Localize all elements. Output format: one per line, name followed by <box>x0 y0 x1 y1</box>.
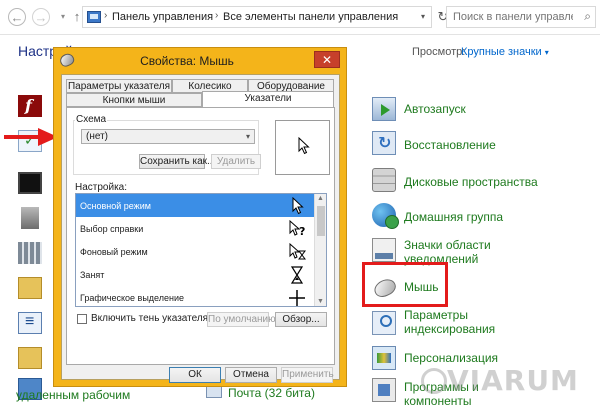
address-bar: ← → ▾ ↑ › Панель управления › Все элемен… <box>0 0 600 35</box>
ok-button[interactable]: ОК <box>169 367 221 383</box>
mouse-highlight-box <box>362 262 448 307</box>
dialog-title: Свойства: Мышь <box>140 54 234 68</box>
settings-label: Настройка: <box>75 182 128 193</box>
chevron-down-icon: ▾ <box>60 12 65 21</box>
list-item[interactable]: Занят <box>76 263 314 286</box>
breadcrumb-separator: › <box>215 10 219 21</box>
forward-arrow-icon: → <box>34 10 48 25</box>
scheme-select[interactable]: (нет) ▾ <box>81 129 255 144</box>
task-list-icon[interactable] <box>18 312 42 334</box>
pointers-tab-panel: Схема (нет) ▾ Сохранить как... Удалить Н… <box>66 107 335 365</box>
list-item[interactable]: Фоновый режим <box>76 240 314 263</box>
homegroup-icon <box>372 203 399 229</box>
tab-buttons[interactable]: Кнопки мыши <box>66 93 202 107</box>
breadcrumb-control-panel[interactable]: Панель управления <box>112 11 213 23</box>
cp-item-label[interactable]: Домашняя группа <box>404 210 503 224</box>
breadcrumb-all-items[interactable]: Все элементы панели управления <box>223 11 398 23</box>
view-label: Просмотр: <box>412 46 466 58</box>
dialog-body: Параметры указателя Колесико Оборудовани… <box>61 74 340 383</box>
cp-item-label[interactable]: Персонализация <box>404 351 498 365</box>
chevron-down-icon: ▾ <box>245 132 250 141</box>
cursor-list[interactable]: Основной режим Выбор справки ? Фоновый р… <box>75 193 327 307</box>
control-panel-icon <box>87 11 101 23</box>
cp-item-label[interactable]: Дисковые пространства <box>404 175 538 189</box>
programs-icon <box>372 378 396 402</box>
breadcrumb-separator: › <box>104 10 108 21</box>
arrow-cursor-icon <box>298 137 310 155</box>
cp-item-label[interactable]: Восстановление <box>404 138 496 152</box>
cursor-list-scrollbar[interactable]: ▲ ▼ <box>314 194 326 306</box>
personalization-icon <box>372 346 396 370</box>
pointer-shadow-label[interactable]: Включить тень указателя <box>91 313 208 324</box>
back-arrow-icon: ← <box>10 10 24 25</box>
autorun-icon <box>372 97 396 121</box>
flash-player-icon[interactable] <box>18 95 42 117</box>
chevron-down-icon: ▾ <box>544 48 549 57</box>
search-box[interactable]: ⌕ <box>446 6 596 28</box>
cursor-preview <box>275 120 330 175</box>
scheme-label: Схема <box>75 114 108 125</box>
tab-pointers[interactable]: Указатели <box>202 91 334 108</box>
scroll-up-icon[interactable]: ▲ <box>317 195 324 202</box>
cursor-name: Графическое выделение <box>80 293 185 303</box>
cursor-name: Основной режим <box>80 201 151 211</box>
mouse-properties-dialog: Свойства: Мышь ✕ Параметры указателя Кол… <box>53 47 347 387</box>
cancel-button[interactable]: Отмена <box>225 367 277 383</box>
close-button[interactable]: ✕ <box>314 51 340 68</box>
crosshair-icon <box>289 290 305 306</box>
close-icon: ✕ <box>321 53 333 67</box>
forward-button[interactable]: → <box>32 8 50 26</box>
list-item[interactable]: Основной режим <box>76 194 314 217</box>
hourglass-icon <box>290 266 304 284</box>
cursor-name: Занят <box>80 270 105 280</box>
search-icon[interactable]: ⌕ <box>584 9 591 24</box>
mail-link[interactable]: Почта (32 бита) <box>228 386 315 400</box>
tray-icon <box>372 238 396 262</box>
svg-text:?: ? <box>299 225 305 238</box>
view-mode-dropdown[interactable]: Крупные значки ▾ <box>461 46 549 58</box>
administrative-tools-icon[interactable] <box>21 207 39 229</box>
restore-icon <box>372 131 396 155</box>
delete-button[interactable]: Удалить <box>211 154 261 169</box>
apply-button[interactable]: Применить <box>281 367 334 383</box>
keyboard-icon[interactable] <box>18 242 42 264</box>
help-cursor-icon: ? <box>289 220 305 238</box>
save-as-button[interactable]: Сохранить как... <box>139 154 215 169</box>
search-input[interactable] <box>451 9 575 25</box>
index-icon <box>372 311 396 335</box>
display-icon[interactable] <box>18 172 42 194</box>
address-dropdown-icon[interactable]: ▾ <box>421 12 425 21</box>
tab-pointer-options[interactable]: Параметры указателя <box>66 79 172 93</box>
scroll-down-icon[interactable]: ▼ <box>317 298 324 305</box>
working-cursor-icon <box>289 243 306 260</box>
cursor-name: Выбор справки <box>80 224 144 234</box>
browse-button[interactable]: Обзор... <box>275 312 327 327</box>
address-field[interactable]: › Панель управления › Все элементы панел… <box>82 6 432 28</box>
back-button[interactable]: ← <box>8 8 26 26</box>
list-item[interactable]: Выбор справки ? <box>76 217 314 240</box>
disk-icon <box>372 168 396 192</box>
scrollbar-thumb[interactable] <box>317 206 325 236</box>
use-default-button[interactable]: По умолчанию <box>207 312 276 327</box>
cp-item-label[interactable]: Автозапуск <box>404 102 466 116</box>
list-item[interactable]: Графическое выделение <box>76 286 314 306</box>
dialog-title-bar[interactable]: Свойства: Мышь ✕ <box>54 48 346 74</box>
cursor-name: Фоновый режим <box>80 247 148 257</box>
pointer-shadow-checkbox[interactable] <box>77 314 87 324</box>
watermark-logo <box>421 368 447 394</box>
view-mode-value: Крупные значки <box>461 46 542 58</box>
cp-item-label[interactable]: Параметры индексирования <box>404 308 524 336</box>
watermark: VIARUM <box>447 364 579 397</box>
arrow-cursor-icon <box>292 197 304 215</box>
folder-options-icon[interactable] <box>18 277 42 299</box>
work-folders-icon[interactable] <box>18 347 42 369</box>
scheme-value: (нет) <box>86 131 108 142</box>
up-arrow-icon: ↑ <box>73 9 81 24</box>
